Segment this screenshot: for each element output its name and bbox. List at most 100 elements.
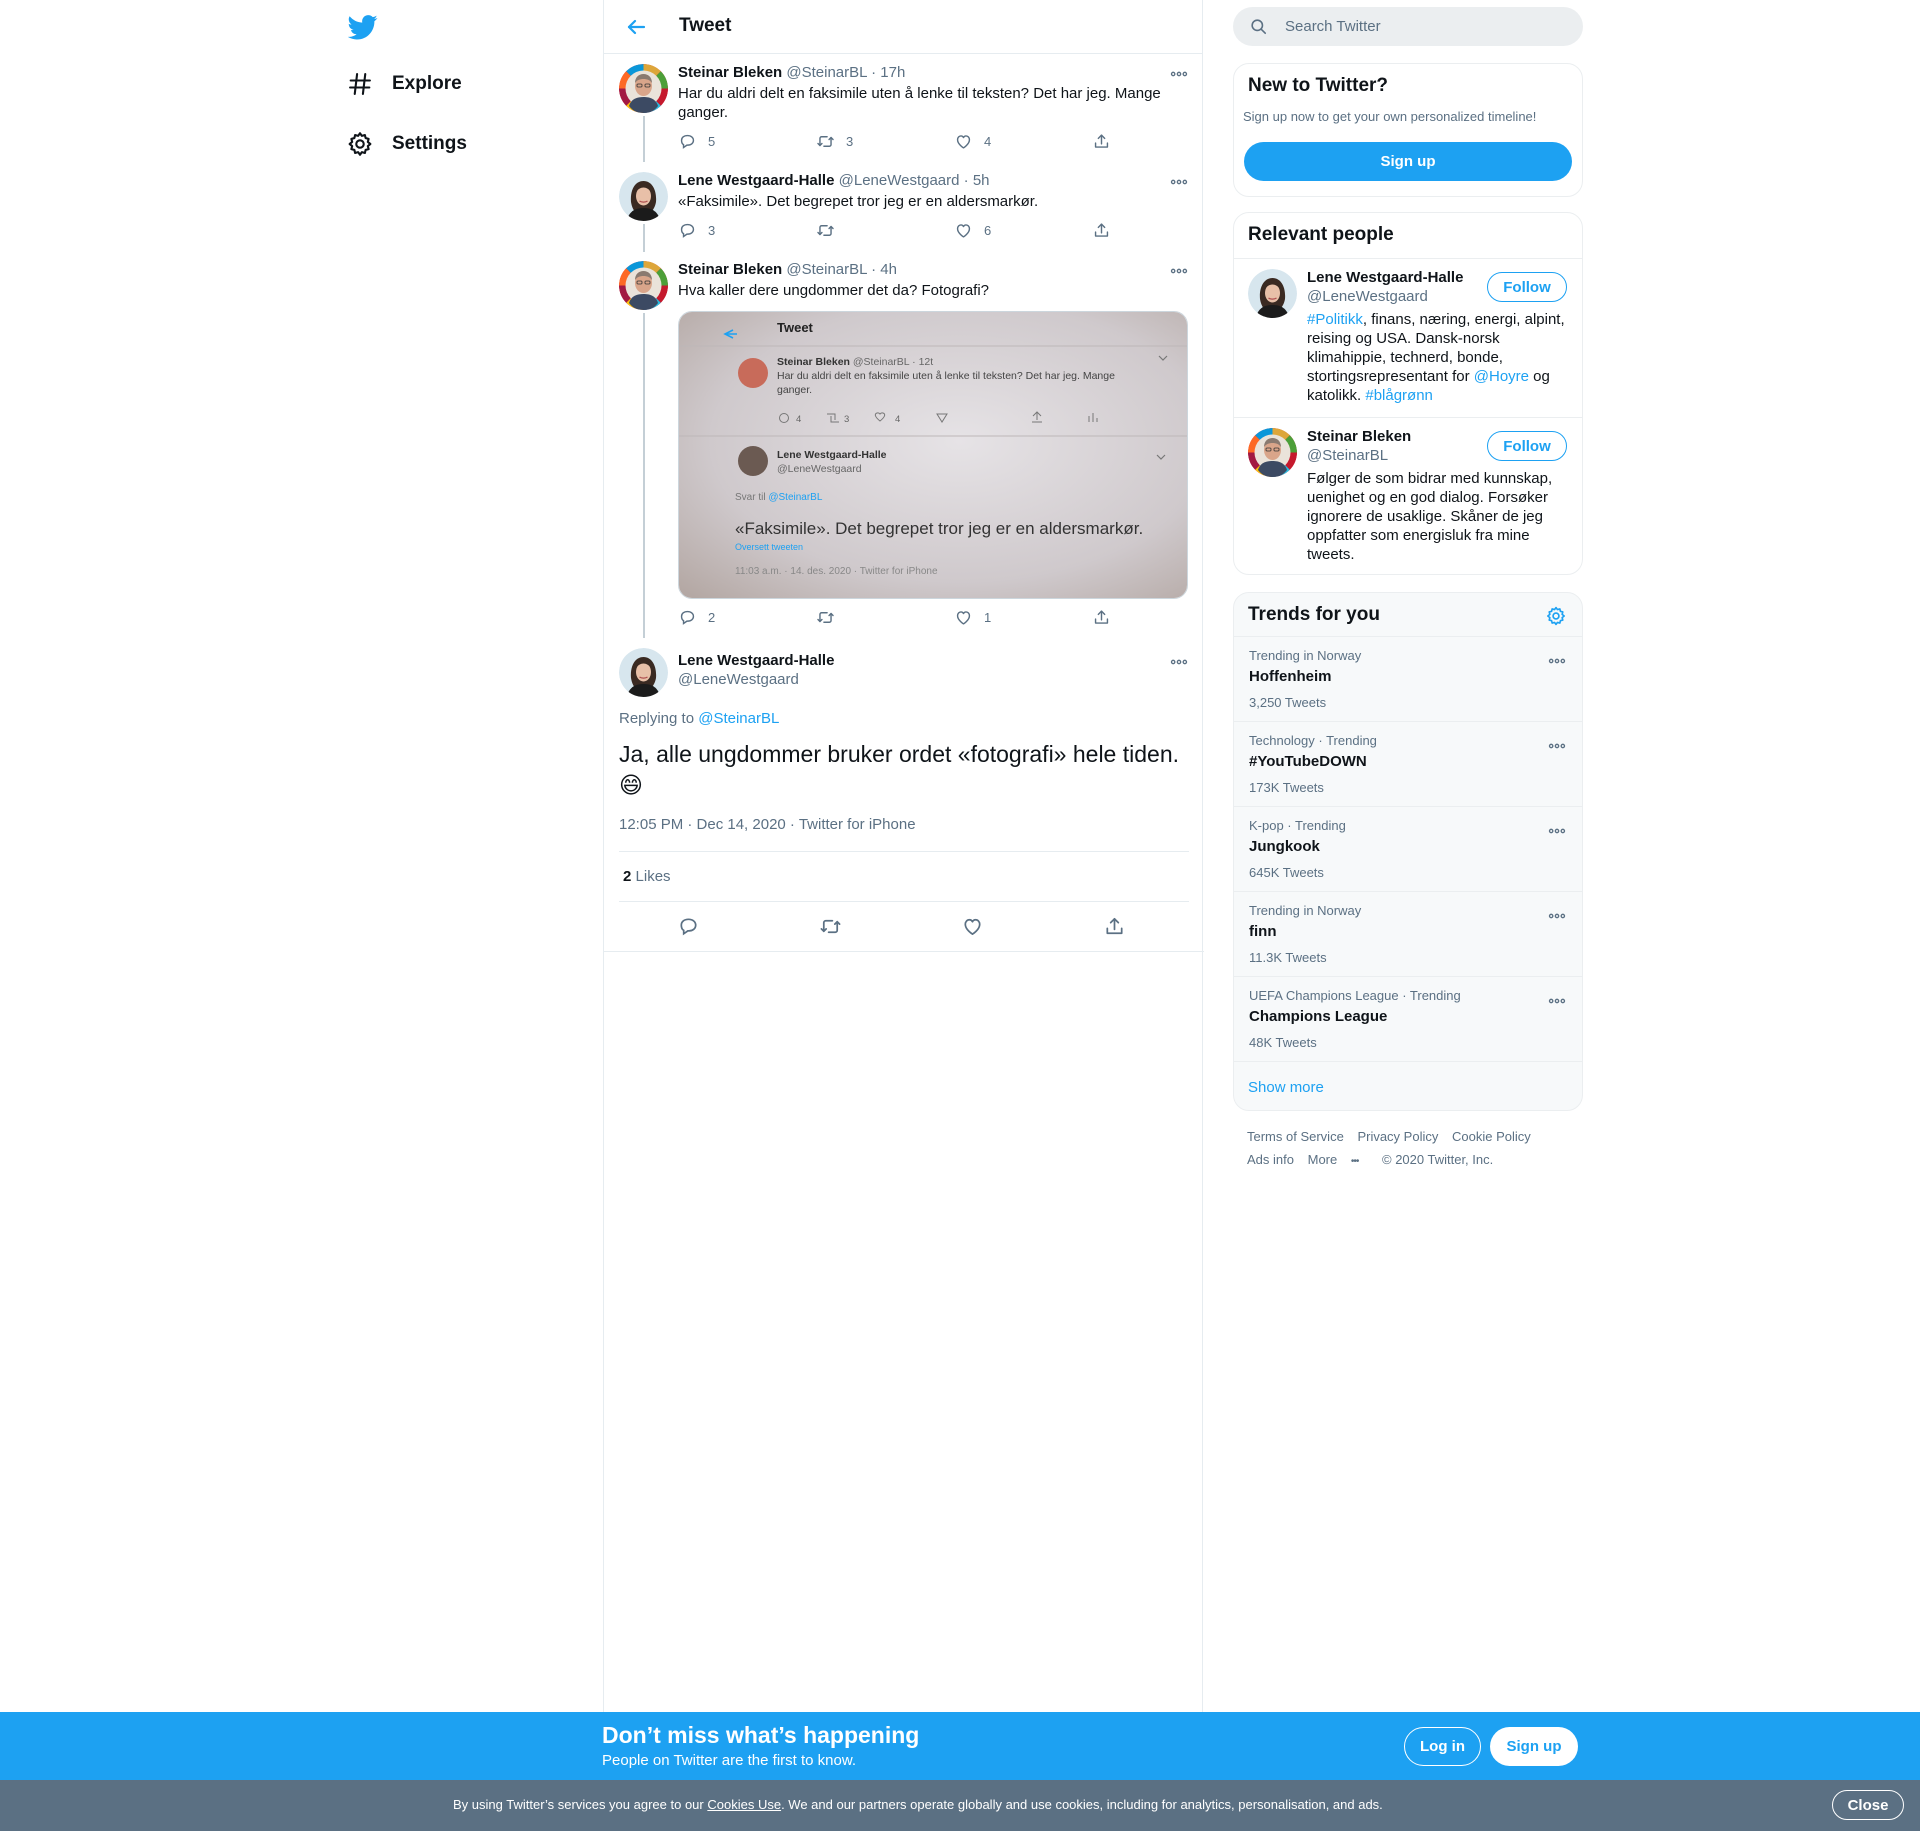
like-icon[interactable] [961, 915, 984, 938]
person-name[interactable]: Lene Westgaard-Halle [1307, 268, 1463, 287]
author-name[interactable]: Lene Westgaard-Halle [678, 651, 834, 670]
author-name[interactable]: Lene Westgaard-Halle [678, 172, 834, 189]
retweet-button[interactable]: 3 [816, 132, 853, 151]
thread-tweet[interactable]: Steinar Bleken @SteinarBL · 4h Hva kalle… [604, 252, 1204, 638]
more-icon[interactable] [1547, 906, 1567, 926]
tweet-actions: 3 6 [678, 221, 1108, 241]
ads-info-link[interactable]: Ads info [1247, 1152, 1294, 1167]
bio-hashtag-link[interactable]: #blågrønn [1365, 387, 1433, 404]
avatar[interactable] [1248, 269, 1297, 318]
follow-button[interactable]: Follow [1487, 272, 1567, 302]
back-arrow-icon[interactable] [624, 15, 648, 39]
more-icon[interactable] [1547, 736, 1567, 756]
avatar[interactable] [619, 261, 668, 310]
share-button[interactable] [1092, 132, 1122, 151]
bio-hashtag-link[interactable]: #Politikk [1307, 311, 1363, 328]
avatar[interactable] [619, 648, 668, 697]
reply-button[interactable]: 3 [678, 221, 715, 240]
more-icon[interactable] [1547, 821, 1567, 841]
search-bar[interactable] [1233, 7, 1583, 46]
trends-settings-gear-icon[interactable] [1545, 605, 1567, 627]
sign-up-banner-button[interactable]: Sign up [1490, 1727, 1578, 1766]
avatar[interactable] [619, 172, 668, 221]
trend-item[interactable]: Trending in Norway finn 11.3K Tweets [1234, 891, 1582, 976]
relevant-person[interactable]: Steinar Bleken @SteinarBL Follow Følger … [1234, 417, 1582, 574]
share-button[interactable] [1092, 608, 1122, 627]
follow-button[interactable]: Follow [1487, 431, 1567, 461]
share-button[interactable] [1092, 221, 1122, 240]
more-icon[interactable] [1169, 652, 1189, 672]
share-icon[interactable] [1103, 915, 1126, 938]
author-name[interactable]: Steinar Bleken [678, 261, 782, 278]
thread-tweet[interactable]: Steinar Bleken @SteinarBL · 17h Har du a… [604, 54, 1204, 162]
tweet-time[interactable]: · 17h [871, 64, 905, 81]
log-in-button[interactable]: Log in [1404, 1727, 1481, 1766]
more-icon[interactable] [1169, 64, 1189, 84]
photo-t1-line2: ganger. [777, 384, 812, 396]
relevant-person[interactable]: Lene Westgaard-Halle @LeneWestgaard Foll… [1234, 258, 1582, 417]
like-icon [954, 132, 973, 151]
thread-tweet[interactable]: Lene Westgaard-Halle @LeneWestgaard · 5h… [604, 162, 1204, 252]
likes-row[interactable]: 2 Likes [619, 851, 1189, 901]
twitter-logo-icon[interactable] [348, 12, 378, 42]
like-button[interactable]: 1 [954, 608, 991, 627]
author-handle[interactable]: @LeneWestgaard [678, 670, 834, 689]
photo-t1-handle: @SteinarBL · 12t [853, 356, 933, 368]
bio-mention-link[interactable]: @Hoyre [1474, 368, 1529, 385]
trend-item[interactable]: K-pop · Trending Jungkook 645K Tweets [1234, 806, 1582, 891]
author-handle[interactable]: @SteinarBL [786, 64, 867, 81]
privacy-link[interactable]: Privacy Policy [1357, 1129, 1438, 1144]
more-icon[interactable] [1547, 991, 1567, 1011]
tweet-text: Har du aldri delt en faksimile uten å le… [678, 85, 1161, 121]
trend-item[interactable]: UEFA Champions League · Trending Champio… [1234, 976, 1582, 1061]
person-handle[interactable]: @SteinarBL [1307, 446, 1411, 465]
terms-link[interactable]: Terms of Service [1247, 1129, 1344, 1144]
person-handle[interactable]: @LeneWestgaard [1307, 287, 1463, 306]
sign-up-button[interactable]: Sign up [1244, 142, 1572, 181]
search-input[interactable] [1285, 18, 1555, 35]
person-name[interactable]: Steinar Bleken [1307, 427, 1411, 446]
more-icon[interactable] [1169, 261, 1189, 281]
more-dots-icon: ••• [1350, 1156, 1359, 1167]
tweet-timestamp[interactable]: 12:05 PM · Dec 14, 2020 · Twitter for iP… [619, 816, 916, 833]
retweet-button[interactable] [816, 221, 846, 240]
trend-count: 48K Tweets [1249, 1035, 1317, 1050]
new-to-twitter-subtitle: Sign up now to get your own personalized… [1243, 109, 1537, 124]
trend-item[interactable]: Trending in Norway Hoffenheim 3,250 Twee… [1234, 636, 1582, 721]
cookie-policy-link[interactable]: Cookie Policy [1452, 1129, 1531, 1144]
trend-count: 3,250 Tweets [1249, 695, 1327, 710]
signup-banner-subtitle: People on Twitter are the first to know. [602, 1752, 857, 1769]
more-link[interactable]: More ••• [1308, 1152, 1369, 1167]
reply-icon [678, 608, 697, 627]
retweet-icon[interactable] [819, 915, 842, 938]
replying-handle-link[interactable]: @SteinarBL [698, 710, 779, 727]
trend-name: Jungkook [1249, 838, 1320, 855]
nav-settings[interactable]: Settings [346, 124, 467, 164]
reply-button[interactable]: 2 [678, 608, 715, 627]
nav-explore-label: Explore [392, 73, 462, 94]
tweet-time[interactable]: · 5h [964, 172, 990, 189]
tweet-photo[interactable]: Tweet Steinar Bleken @SteinarBL · 12t Ha… [678, 311, 1188, 599]
avatar[interactable] [619, 64, 668, 113]
author-handle[interactable]: @LeneWestgaard [839, 172, 960, 189]
like-button[interactable]: 6 [954, 221, 991, 240]
more-icon[interactable] [1169, 172, 1189, 192]
tweet-time[interactable]: · 4h [871, 261, 897, 278]
more-icon[interactable] [1547, 651, 1567, 671]
like-button[interactable]: 4 [954, 132, 991, 151]
reply-count: 5 [708, 134, 716, 149]
nav-explore[interactable]: Explore [346, 64, 462, 104]
photo-reply-prefix: Svar til [735, 492, 766, 503]
avatar[interactable] [1248, 428, 1297, 477]
trend-item[interactable]: Technology · Trending #YouTubeDOWN 173K … [1234, 721, 1582, 806]
author-name[interactable]: Steinar Bleken [678, 64, 782, 81]
reply-button[interactable]: 5 [678, 132, 715, 151]
retweet-button[interactable] [816, 608, 846, 627]
like-icon [954, 221, 973, 240]
show-more-link[interactable]: Show more [1234, 1061, 1582, 1110]
reply-icon[interactable] [677, 915, 700, 938]
cookies-use-link[interactable]: Cookies Use [707, 1797, 781, 1812]
cookie-close-button[interactable]: Close [1832, 1790, 1904, 1820]
retweet-icon [816, 132, 835, 151]
author-handle[interactable]: @SteinarBL [786, 261, 867, 278]
